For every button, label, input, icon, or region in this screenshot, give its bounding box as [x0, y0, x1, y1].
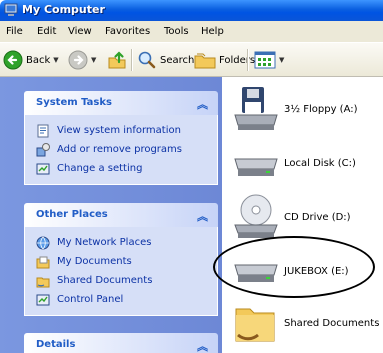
place-label: Control Panel	[57, 294, 124, 305]
back-button[interactable]: Back ▼	[3, 49, 59, 71]
my-computer-icon	[4, 3, 18, 16]
folders-icon	[194, 53, 216, 69]
place-shared-documents[interactable]: Shared Documents	[25, 271, 217, 290]
back-dropdown-icon[interactable]: ▼	[53, 56, 58, 64]
search-button[interactable]: Search	[137, 49, 194, 71]
menu-view[interactable]: View	[68, 26, 92, 37]
shared-folder-icon	[235, 308, 275, 342]
system-tasks-panel: System Tasks ︽ View system information A…	[24, 91, 218, 185]
toolbar-separator	[247, 49, 248, 71]
place-label: Shared Documents	[57, 275, 153, 286]
cd-drive-icon	[234, 194, 278, 238]
other-places-header[interactable]: Other Places ︽	[24, 203, 218, 227]
drive-label: Local Disk (C:)	[284, 157, 356, 169]
system-information-icon	[37, 124, 49, 137]
window-title: My Computer	[22, 3, 105, 16]
search-icon	[138, 51, 156, 69]
network-places-icon	[36, 236, 50, 249]
drives-view: 3½ Floppy (A:) Local Disk (C:) CD Drive …	[222, 77, 383, 353]
collapse-chevron-icon[interactable]: ︽	[197, 96, 208, 112]
drive-cd-d[interactable]: CD Drive (D:)	[232, 193, 351, 241]
my-computer-window: My Computer File Edit View Favorites Too…	[0, 0, 383, 353]
place-my-network-places[interactable]: My Network Places	[25, 233, 217, 252]
search-label: Search	[160, 54, 195, 66]
task-change-a-setting[interactable]: Change a setting	[25, 159, 217, 178]
collapse-chevron-icon[interactable]: ︽	[197, 208, 208, 224]
floppy-drive-icon	[234, 87, 278, 130]
task-add-remove-programs[interactable]: Add or remove programs	[25, 140, 217, 159]
control-panel-icon	[36, 163, 50, 174]
forward-arrow-icon	[68, 50, 88, 70]
forward-dropdown-icon[interactable]: ▼	[91, 56, 96, 64]
task-view-system-information[interactable]: View system information	[25, 121, 217, 140]
task-label: Change a setting	[57, 163, 143, 174]
add-remove-programs-icon	[36, 142, 50, 156]
details-title: Details	[36, 339, 76, 350]
details-header[interactable]: Details ︽	[24, 333, 218, 353]
title-bar[interactable]: My Computer	[0, 0, 383, 21]
up-button[interactable]	[107, 49, 127, 71]
toolbar-separator	[131, 49, 132, 71]
toolbar: Back ▼ ▼ Search Folders ▼	[0, 43, 383, 77]
folders-label: Folders	[219, 54, 256, 66]
other-places-panel: Other Places ︽ My Network Places My Docu…	[24, 203, 218, 316]
details-panel: Details ︽	[24, 333, 218, 353]
system-tasks-body: View system information Add or remove pr…	[24, 115, 218, 185]
shared-documents-folder[interactable]: Shared Documents	[232, 299, 379, 347]
menu-help[interactable]: Help	[201, 26, 224, 37]
my-documents-icon	[36, 256, 50, 268]
menu-tools[interactable]: Tools	[164, 26, 189, 37]
hard-disk-icon	[234, 158, 278, 176]
drive-label: 3½ Floppy (A:)	[284, 103, 358, 115]
views-dropdown-icon[interactable]: ▼	[279, 56, 284, 64]
other-places-body: My Network Places My Documents Shared Do…	[24, 227, 218, 316]
control-panel-icon	[36, 294, 50, 305]
drive-local-disk-c[interactable]: Local Disk (C:)	[232, 139, 356, 187]
back-arrow-icon	[3, 50, 23, 70]
views-button[interactable]: ▼	[254, 49, 284, 71]
folders-button[interactable]: Folders	[194, 49, 255, 71]
other-places-title: Other Places	[36, 209, 108, 220]
folder-label: Shared Documents	[284, 317, 380, 329]
views-icon	[254, 51, 276, 69]
place-control-panel[interactable]: Control Panel	[25, 290, 217, 309]
system-tasks-title: System Tasks	[36, 97, 112, 108]
collapse-chevron-icon[interactable]: ︽	[197, 338, 208, 353]
menu-favorites[interactable]: Favorites	[105, 26, 150, 37]
task-label: Add or remove programs	[57, 144, 182, 155]
highlight-ellipse	[213, 236, 375, 298]
drive-floppy-a[interactable]: 3½ Floppy (A:)	[232, 85, 358, 133]
shared-folder-icon	[36, 277, 50, 287]
menu-edit[interactable]: Edit	[37, 26, 56, 37]
drive-label: CD Drive (D:)	[284, 211, 351, 223]
menu-file[interactable]: File	[6, 26, 23, 37]
forward-button[interactable]: ▼	[68, 49, 96, 71]
up-folder-icon	[108, 51, 126, 69]
menu-bar: File Edit View Favorites Tools Help	[0, 21, 383, 43]
place-label: My Documents	[57, 256, 132, 267]
back-label: Back	[26, 54, 51, 66]
place-label: My Network Places	[57, 237, 152, 248]
system-tasks-header[interactable]: System Tasks ︽	[24, 91, 218, 115]
place-my-documents[interactable]: My Documents	[25, 252, 217, 271]
task-pane: System Tasks ︽ View system information A…	[0, 77, 222, 353]
task-label: View system information	[57, 125, 181, 136]
